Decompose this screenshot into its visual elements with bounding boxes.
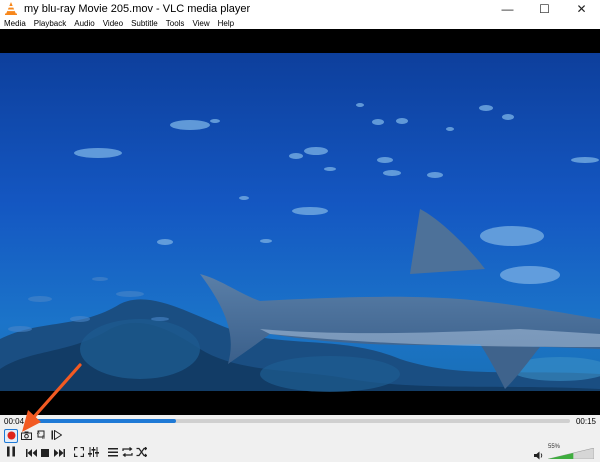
video-frame [0,53,600,392]
minimize-button[interactable]: — [489,0,526,17]
loop-ab-icon: AB [36,429,47,443]
loop-button[interactable] [120,446,134,460]
title-bar: my blu-ray Movie 205.mov - VLC media pla… [0,0,600,17]
fullscreen-icon [73,446,85,460]
next-icon [53,446,65,460]
shuffle-button[interactable] [134,446,148,460]
video-area[interactable] [0,29,600,415]
shuffle-icon [136,446,147,460]
menu-help[interactable]: Help [214,19,238,28]
playlist-button[interactable] [106,446,120,460]
advanced-controls: AB [4,429,63,443]
pause-button[interactable] [4,446,18,460]
fullscreen-button[interactable] [72,446,86,460]
next-button[interactable] [52,446,66,460]
frame-step-icon [51,429,62,443]
extended-settings-button[interactable] [86,446,100,460]
menu-media[interactable]: Media [0,19,30,28]
seek-slider[interactable] [30,419,570,423]
stop-button[interactable] [38,446,52,460]
loop-icon [121,446,133,460]
main-controls [4,445,148,460]
extended-settings-icon [87,446,99,460]
window-title: my blu-ray Movie 205.mov - VLC media pla… [24,2,251,15]
frame-step-button[interactable] [49,429,63,443]
svg-text:B: B [42,435,45,440]
menu-tools[interactable]: Tools [162,19,189,28]
menu-subtitle[interactable]: Subtitle [127,19,162,28]
loop-ab-button[interactable]: AB [34,429,48,443]
seek-progress-fill [30,419,176,423]
snapshot-icon [20,429,32,443]
volume-slider[interactable] [548,448,594,459]
playlist-icon [108,446,118,460]
vlc-cone-icon [4,2,18,16]
menu-view[interactable]: View [188,19,213,28]
menu-bar: Media Playback Audio Video Subtitle Tool… [0,17,600,29]
previous-button[interactable] [24,446,38,460]
snapshot-button[interactable] [19,429,33,443]
seek-row: 00:04 00:15 [0,415,600,428]
total-time: 00:15 [575,417,596,426]
svg-text:A: A [37,430,40,435]
menu-audio[interactable]: Audio [70,19,98,28]
current-time: 00:04 [4,417,25,426]
speaker-icon[interactable] [534,449,544,462]
record-button[interactable] [4,429,18,443]
menu-video[interactable]: Video [99,19,127,28]
stop-icon [41,446,49,460]
maximize-button[interactable]: ☐ [526,0,563,17]
close-button[interactable]: ✕ [563,0,600,17]
pause-icon [6,446,16,460]
record-icon [7,429,16,443]
menu-playback[interactable]: Playback [30,19,70,28]
volume-control: 55% [534,444,596,460]
previous-icon [25,446,37,460]
